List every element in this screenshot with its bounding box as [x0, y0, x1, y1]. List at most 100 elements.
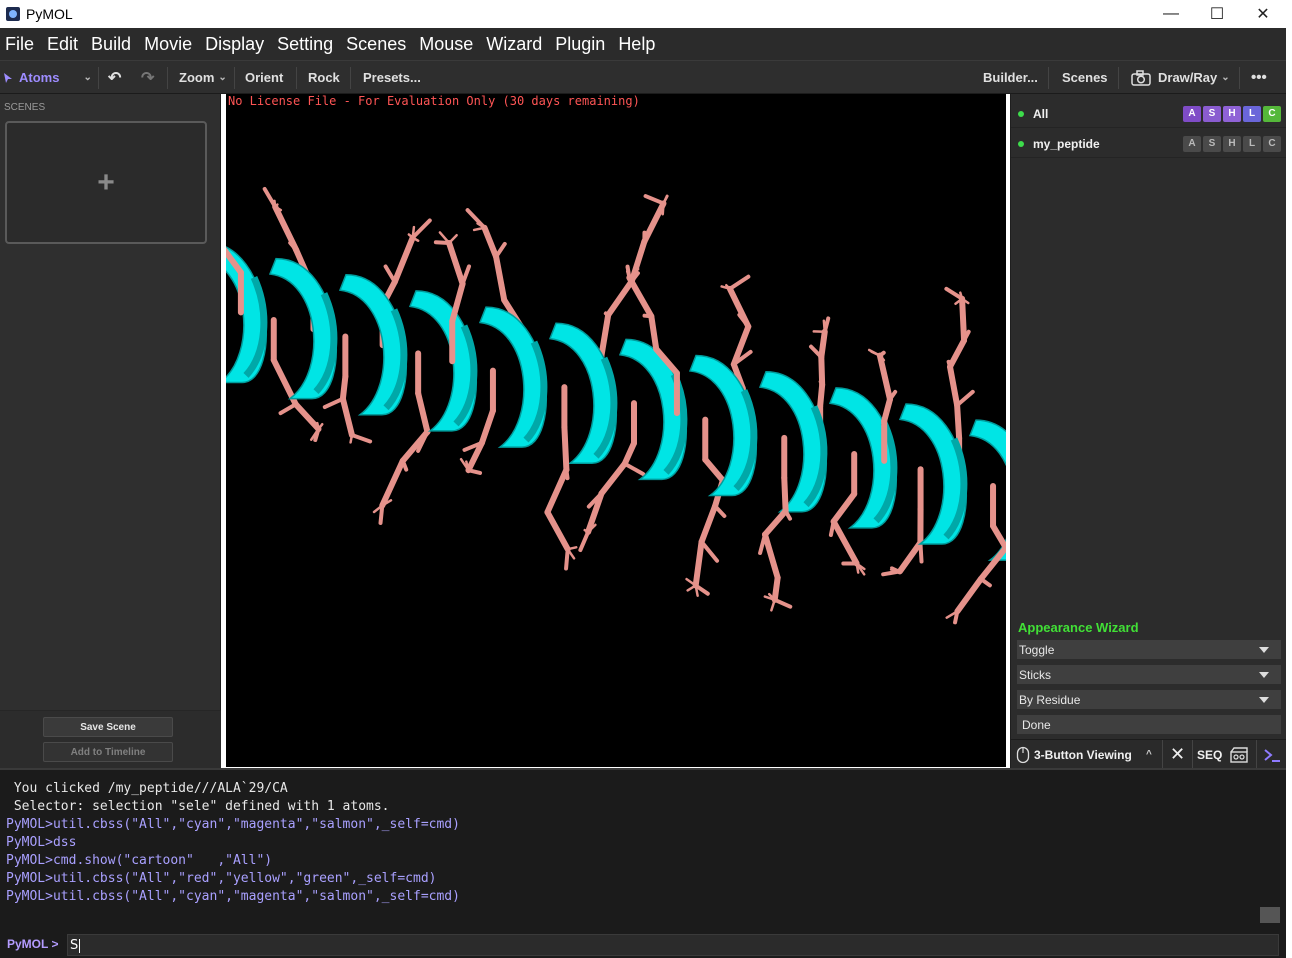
stick-bond — [446, 240, 466, 287]
enabled-indicator[interactable] — [1018, 110, 1024, 117]
stick-bond — [946, 337, 968, 370]
save-scene-button[interactable]: Save Scene — [43, 717, 173, 737]
command-row: PyMOL > S — [0, 933, 1286, 957]
stick-bond — [818, 354, 826, 388]
selection-mode-label: Atoms — [19, 70, 60, 85]
wizard-title: Appearance Wizard — [1018, 620, 1139, 635]
menu-display[interactable]: Display — [200, 34, 271, 55]
wizard-toggle-dropdown[interactable]: Toggle — [1017, 640, 1281, 659]
close-window-button[interactable]: ✕ — [1240, 0, 1286, 28]
console-line: PyMOL>util.cbss("All","red","yellow","gr… — [6, 871, 437, 886]
add-to-timeline-button[interactable]: Add to Timeline — [43, 742, 173, 762]
menu-build[interactable]: Build — [86, 34, 138, 55]
stick-bond — [561, 424, 570, 473]
undo-icon: ↶ — [108, 69, 122, 87]
close-wizard-button[interactable]: ✕ — [1170, 740, 1185, 769]
console-line: PyMOL>dss — [6, 835, 77, 850]
stick-bond — [870, 350, 882, 357]
dropdown-arrow-icon — [1259, 647, 1269, 653]
color-button[interactable]: C — [1263, 135, 1281, 152]
menu-plugin[interactable]: Plugin — [550, 34, 612, 55]
console-line: PyMOL>cmd.show("cartoon" ,"All") — [6, 853, 273, 868]
maximize-button[interactable]: ☐ — [1194, 0, 1240, 28]
window-title: PyMOL — [26, 6, 73, 22]
draw-ray-button[interactable]: Draw/Ray ⌄ — [1131, 61, 1230, 94]
console-toggle-button[interactable] — [1263, 740, 1281, 769]
action-button[interactable]: A — [1183, 105, 1201, 122]
stick-bond — [349, 432, 354, 437]
undo-button[interactable]: ↶ — [108, 61, 121, 94]
wizard-color-dropdown[interactable]: By Residue — [1017, 690, 1281, 709]
minimize-button[interactable]: — — [1148, 0, 1194, 28]
enabled-indicator[interactable] — [1018, 140, 1024, 147]
hide-button[interactable]: H — [1223, 135, 1241, 152]
stick-bond — [598, 460, 628, 497]
stick-bond — [544, 466, 570, 516]
console-line: You clicked /my_peptide///ALA`29/CA — [6, 781, 288, 796]
action-button[interactable]: A — [1183, 135, 1201, 152]
clapperboard-icon — [1230, 746, 1248, 763]
menu-edit[interactable]: Edit — [42, 34, 85, 55]
stick-bond — [493, 253, 508, 303]
menu-help[interactable]: Help — [613, 34, 662, 55]
stick-bond — [316, 421, 320, 431]
label-button[interactable]: L — [1243, 105, 1261, 122]
object-name: my_peptide — [1033, 136, 1100, 151]
console-scroll-thumb[interactable] — [1260, 907, 1280, 923]
scenes-toggle-button[interactable]: Scenes — [1062, 61, 1108, 94]
chevron-down-icon: ⌄ — [83, 72, 92, 83]
chevron-down-icon: ⌄ — [218, 72, 227, 83]
movie-button[interactable] — [1230, 740, 1248, 769]
color-button[interactable]: C — [1263, 105, 1281, 122]
command-prompt: PyMOL > — [7, 937, 59, 951]
chevron-down-icon: ⌄ — [1221, 72, 1230, 83]
hide-button[interactable]: H — [1223, 105, 1241, 122]
stick-bond — [544, 509, 571, 553]
sequence-button[interactable]: SEQ — [1197, 740, 1222, 769]
stick-bond — [349, 432, 373, 444]
stick-bond — [641, 200, 667, 245]
add-scene-card[interactable]: + — [5, 121, 207, 244]
wizard-sticks-dropdown[interactable]: Sticks — [1017, 665, 1281, 684]
mouse-mode-button[interactable]: 3-Button Viewing ^ — [1016, 740, 1152, 769]
menu-setting[interactable]: Setting — [272, 34, 340, 55]
command-input[interactable]: S — [67, 934, 1279, 956]
wizard-done-button[interactable]: Done — [1017, 715, 1281, 734]
command-console: You clicked /my_peptide///ALA`29/CA Sele… — [0, 768, 1286, 958]
orient-button[interactable]: Orient — [245, 61, 283, 94]
command-input-value: S — [70, 938, 79, 953]
label-button[interactable]: L — [1243, 135, 1261, 152]
stick-bond — [726, 285, 752, 330]
show-button[interactable]: S — [1203, 105, 1221, 122]
show-button[interactable]: S — [1203, 135, 1221, 152]
menu-file[interactable]: File — [0, 34, 41, 55]
zoom-button[interactable]: Zoom ⌄ — [179, 61, 227, 94]
presets-button[interactable]: Presets... — [363, 61, 421, 94]
scenes-panel: SCENES + Save Scene Add to Timeline — [0, 94, 221, 768]
stick-bond — [692, 538, 705, 589]
builder-button[interactable]: Builder... — [983, 61, 1038, 94]
wizard-option-label: Sticks — [1019, 667, 1052, 682]
object-action-buttons: A S H L C — [1183, 135, 1281, 152]
scenes-panel-label: SCENES — [4, 102, 46, 113]
stick-bond — [761, 508, 789, 538]
redo-button[interactable]: ↷ — [141, 61, 154, 94]
object-row-all[interactable]: All A S H L C — [1011, 100, 1287, 128]
object-row-my-peptide[interactable]: my_peptide A S H L C — [1011, 130, 1287, 158]
menu-scenes[interactable]: Scenes — [341, 34, 413, 55]
stick-bond — [643, 194, 666, 206]
stick-bond — [466, 468, 483, 475]
stick-bond — [946, 363, 961, 409]
more-options-button[interactable]: ••• — [1251, 61, 1267, 94]
stick-bond — [415, 390, 431, 435]
menu-wizard[interactable]: Wizard — [481, 34, 549, 55]
stick-bond — [702, 456, 726, 484]
stick-bond — [818, 328, 828, 361]
object-name: All — [1033, 106, 1049, 121]
menu-movie[interactable]: Movie — [139, 34, 199, 55]
stick-bond — [771, 574, 781, 603]
selection-mode-dropdown[interactable]: Atoms ⌄ — [3, 61, 92, 94]
menu-mouse[interactable]: Mouse — [414, 34, 480, 55]
rock-button[interactable]: Rock — [308, 61, 340, 94]
molecular-viewport[interactable]: No License File - For Evaluation Only (3… — [226, 94, 1006, 767]
